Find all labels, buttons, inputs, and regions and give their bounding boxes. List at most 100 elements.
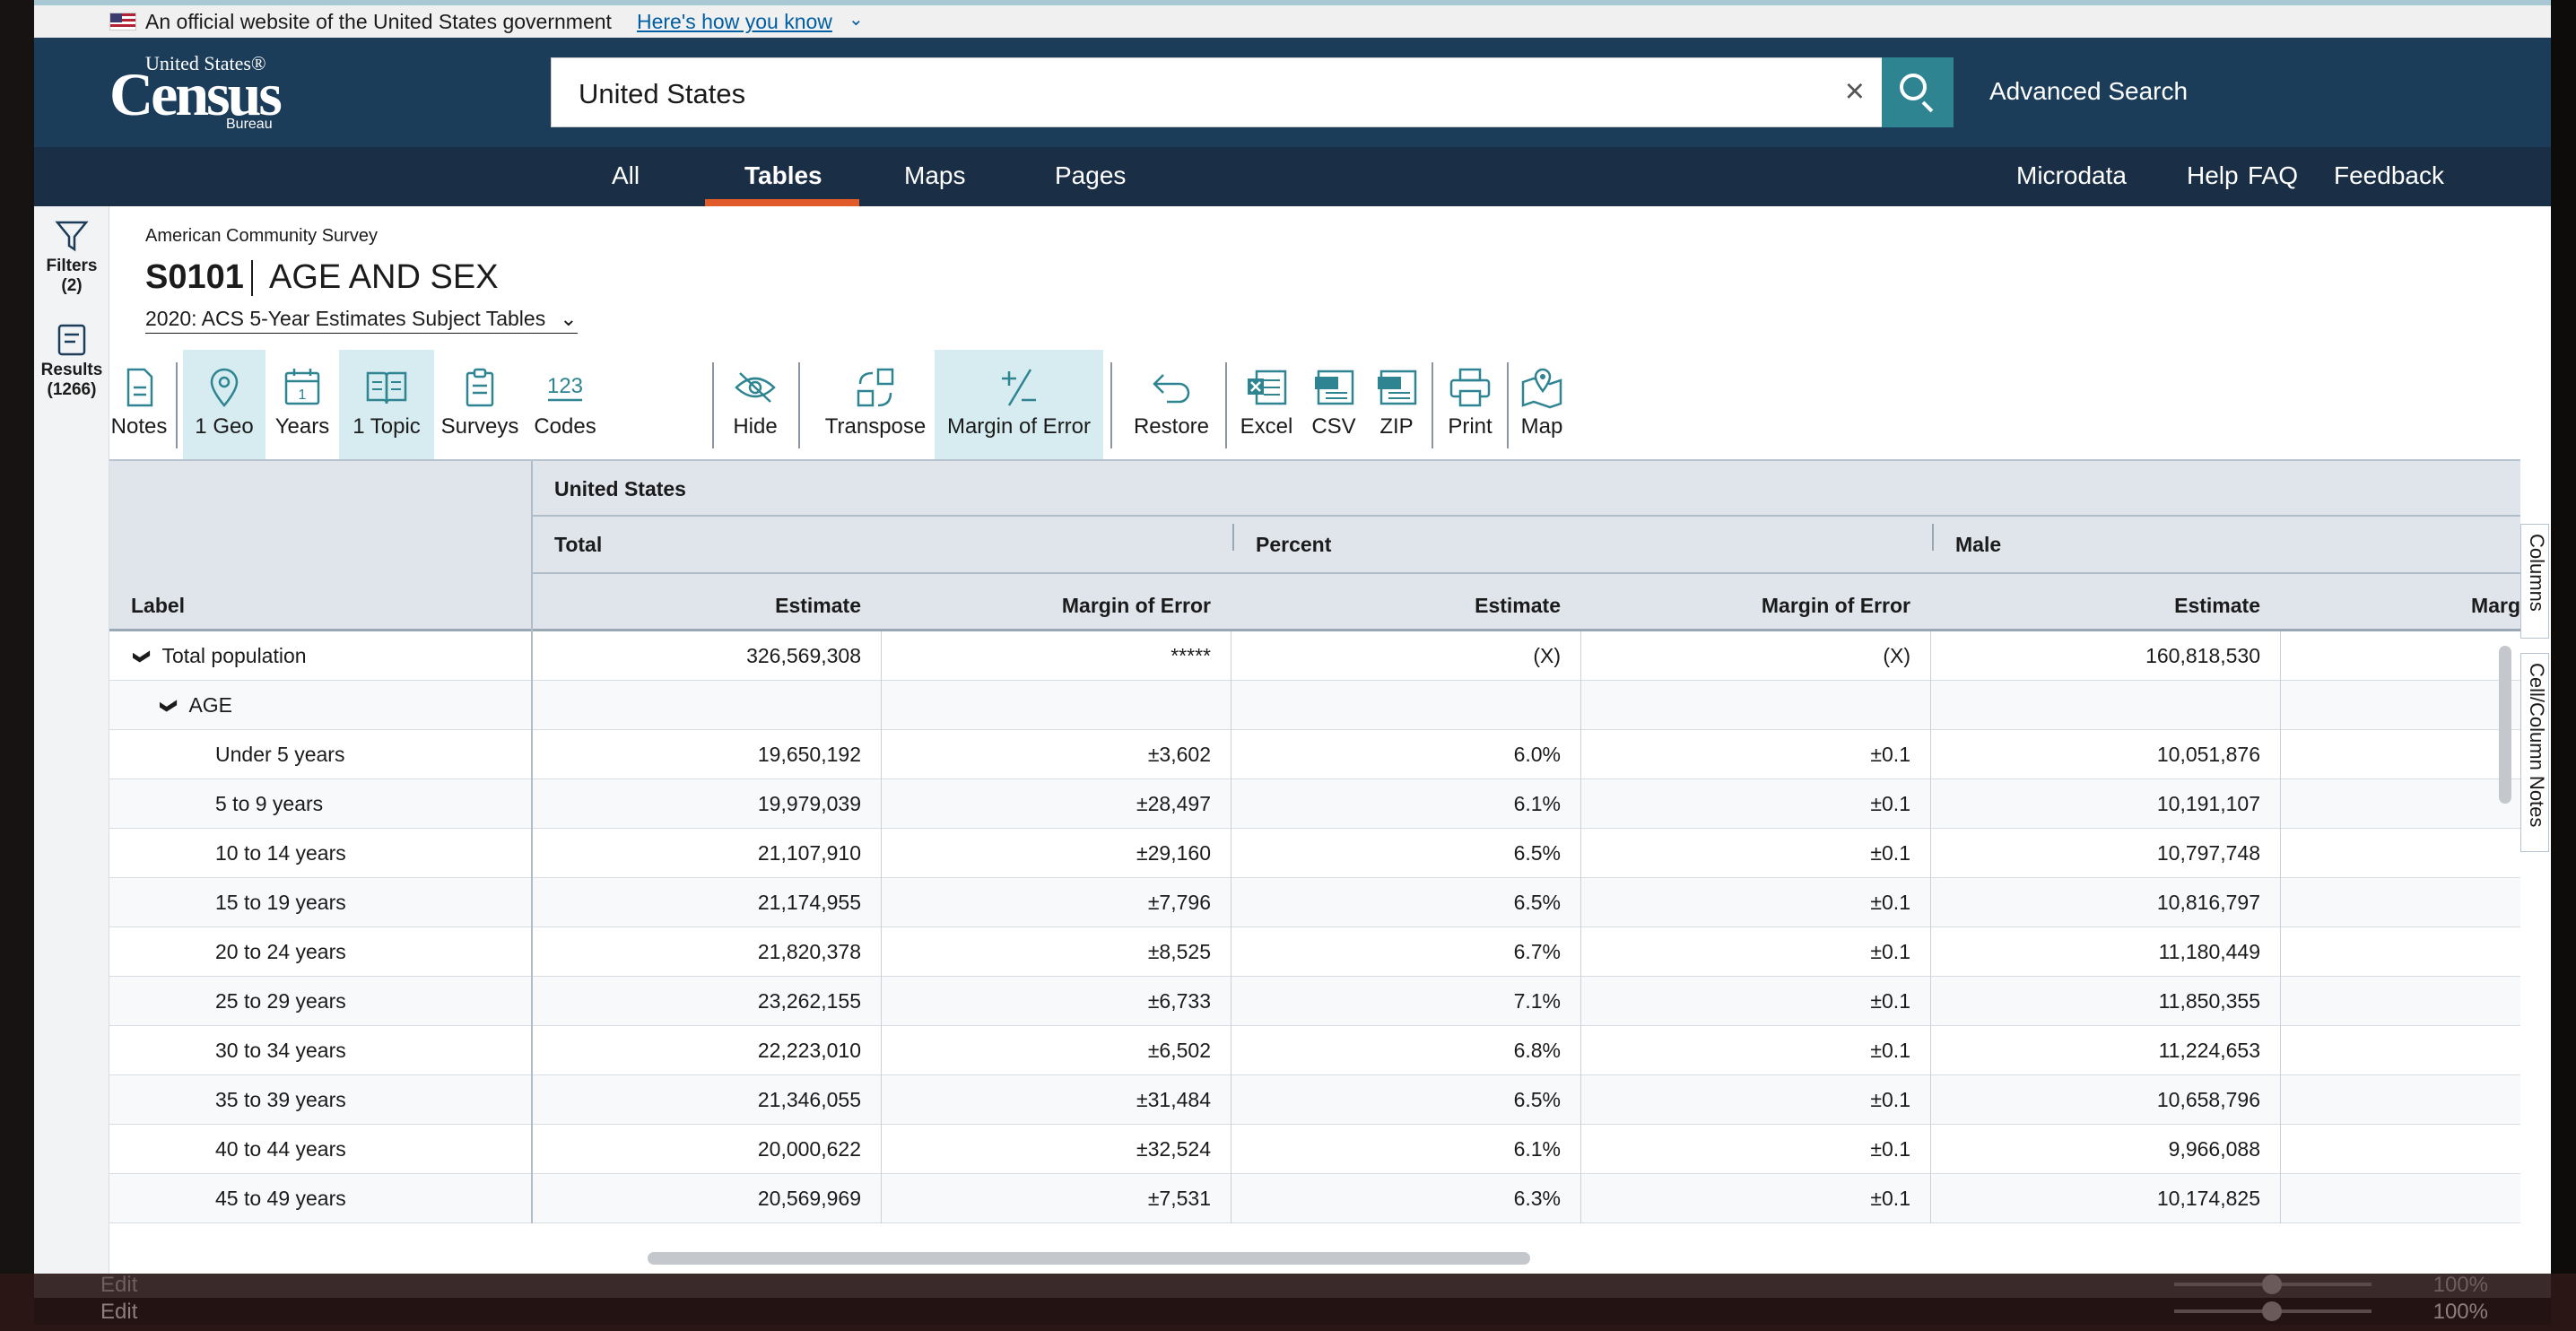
table-cell: 20,000,622 [757,1137,861,1161]
toolbar-label: ZIP [1379,414,1414,439]
label-column-header[interactable]: Label [131,594,185,618]
table-body: ❯Total population326,569,308*****(X)(X)1… [109,631,2520,1241]
table-cell: ±7,796 [1147,891,1211,914]
survey-breadcrumb[interactable]: American Community Survey [145,226,378,247]
margin-of-error-button[interactable]: Margin of Error [935,350,1103,459]
csv-button[interactable]: CSV [1302,350,1365,459]
nav-microdata[interactable]: Microdata [2016,161,2127,190]
vertical-scrollbar[interactable] [2499,646,2511,804]
column-divider [1580,730,1581,779]
row-label[interactable]: ❯Total population [133,631,531,680]
map-button[interactable]: Map [1514,350,1570,459]
search-button[interactable] [1882,57,1954,127]
cell-notes-panel-tab[interactable]: Cell/Column Notes [2520,653,2549,852]
restore-button[interactable]: Restore [1119,350,1223,459]
background-app-statusbar-2: Edit 100% [34,1298,2551,1325]
column-header-row: Label Estimate Margin of Error Estimate … [109,574,2520,631]
hide-button[interactable]: Hide [721,350,789,459]
notes-button[interactable]: Notes [109,350,169,459]
table-cell: ±0.1 [1870,989,1910,1013]
col-total-estimate[interactable]: Estimate [531,594,861,618]
column-divider [1580,1026,1581,1075]
columns-panel-tab[interactable]: Columns [2520,524,2549,639]
tab-tables[interactable]: Tables [744,161,822,190]
table-cell: 6.8% [1513,1039,1561,1062]
toolbar-separator [1225,362,1227,448]
col-percent-moe[interactable]: Margin of Error [1580,594,1910,618]
zip-button[interactable]: ZIP [1367,350,1426,459]
column-divider [881,878,882,927]
table-cell [2280,730,2520,779]
years-button[interactable]: 1 Years [265,350,339,459]
results-button[interactable]: Results (1266) [34,323,109,400]
col-male-moe[interactable]: Marg [2280,594,2520,618]
row-label: Under 5 years [215,730,531,779]
search-input[interactable]: United States × [551,57,1885,127]
active-tab-underline [705,199,859,206]
table-cell [1231,681,1580,729]
col-percent-estimate[interactable]: Estimate [1231,594,1561,618]
chevron-down-icon[interactable]: ❯ [160,698,192,714]
group-header-male: Male [1955,533,2002,556]
table-cell: ±0.1 [1870,841,1910,865]
toolbar-label: Print [1448,414,1493,439]
chevron-down-icon[interactable]: ❯ [133,648,165,665]
row-label: 5 to 9 years [215,779,531,828]
close-icon[interactable]: × [1845,73,1865,111]
row-label[interactable]: ❯AGE [160,681,531,729]
table-toolbar: Notes 1 Geo 1 Years 1 Topic Surveys 123 … [109,350,2551,459]
toolbar-label: Surveys [440,414,519,439]
results-icon [57,324,86,356]
topic-button[interactable]: 1 Topic [339,350,434,459]
table-cell: 20,569,969 [757,1187,861,1210]
column-divider [881,1174,882,1223]
gov-banner-link[interactable]: Here's how you know [637,10,832,34]
column-divider [2280,1026,2281,1075]
nav-help[interactable]: Help [2187,161,2239,190]
background-zoom-label-2: 100% [2432,1300,2488,1324]
table-cell: 11,850,355 [2158,989,2260,1013]
horizontal-scrollbar[interactable] [648,1252,1530,1265]
geo-button[interactable]: 1 Geo [183,350,265,459]
print-button[interactable]: Print [1439,350,1501,459]
tab-maps[interactable]: Maps [904,161,965,190]
nav-feedback[interactable]: Feedback [2334,161,2444,190]
row-label: 20 to 24 years [215,927,531,976]
transpose-icon [857,368,894,407]
table-cell: ±29,160 [1136,841,1211,865]
table-cell: 23,262,155 [757,989,861,1013]
table-cell [2280,1125,2520,1173]
background-edit-label: Edit [100,1273,138,1297]
tab-pages[interactable]: Pages [1055,161,1126,190]
col-total-moe[interactable]: Margin of Error [881,594,1211,618]
col-male-estimate[interactable]: Estimate [1930,594,2260,618]
table-row: 40 to 44 years 20,000,622 ±32,524 6.1% ±0.1 9… [109,1125,2520,1174]
column-divider [2280,1174,2281,1223]
table-cell: (X) [1883,644,1910,667]
excel-button[interactable]: Excel [1234,350,1299,459]
row-label: 45 to 49 years [215,1174,531,1222]
us-flag-icon [109,13,136,30]
table-cell: 22,223,010 [757,1039,861,1062]
tab-all[interactable]: All [612,161,640,190]
codes-button[interactable]: 123 Codes [526,350,605,459]
chevron-down-icon[interactable]: ⌄ [849,8,864,30]
csv-icon [1315,370,1354,405]
table-id: S0101 [145,258,244,296]
table-cell: 19,650,192 [757,743,861,766]
surveys-button[interactable]: Surveys [434,350,526,459]
map-icon [1521,368,1562,409]
column-divider [1580,878,1581,927]
dataset-dropdown[interactable]: 2020: ACS 5-Year Estimates Subject Table… [145,307,578,334]
table-cell: 160,818,530 [2145,644,2260,667]
column-divider [2280,681,2281,730]
transpose-button[interactable]: Transpose [805,350,945,459]
advanced-search-link[interactable]: Advanced Search [1989,77,2188,106]
column-divider [1580,927,1581,977]
background-app-statusbar: Edit 100% [34,1271,2551,1298]
filters-button[interactable]: Filters (2) [34,219,109,296]
nav-faq[interactable]: FAQ [2248,161,2298,190]
column-divider [881,631,882,681]
column-divider [1930,681,1931,730]
column-divider [1930,878,1931,927]
